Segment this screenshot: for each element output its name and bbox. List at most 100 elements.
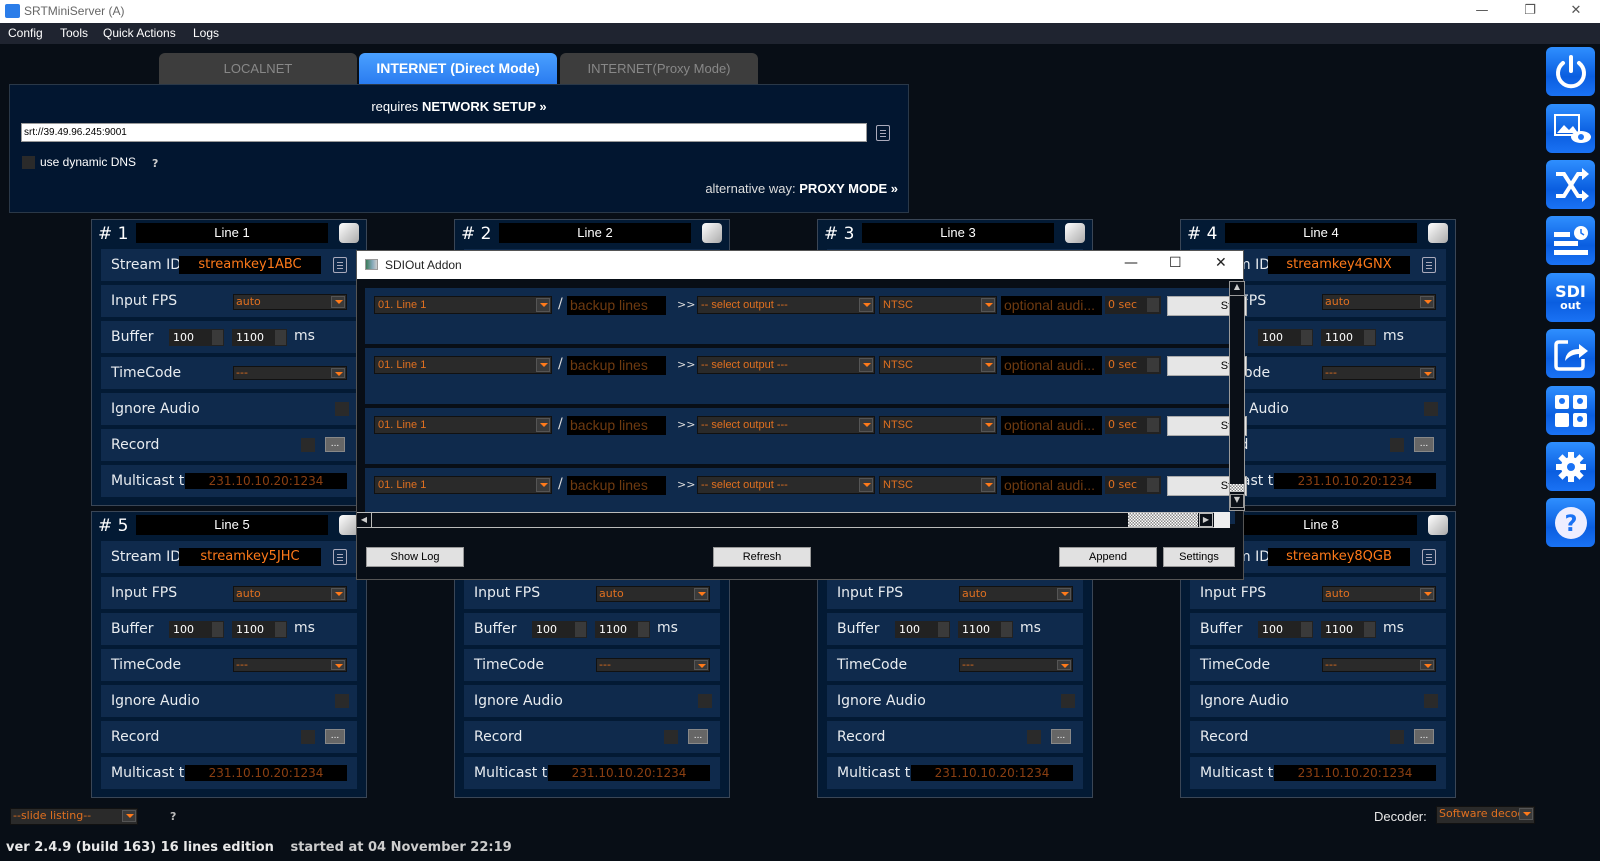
record-path-button[interactable]: ... <box>1414 729 1434 744</box>
show-log-button[interactable]: Show Log <box>366 547 464 567</box>
slide-listing-help-icon[interactable]: ? <box>170 810 176 823</box>
line-enable-toggle[interactable] <box>1428 223 1448 243</box>
multicast-address-field[interactable]: 231.10.10.20:1234 <box>911 765 1073 781</box>
stepper-arrows-icon[interactable] <box>1147 418 1159 432</box>
delay-stepper[interactable]: 0 sec <box>1105 416 1161 434</box>
stepper-arrows-icon[interactable] <box>938 622 949 637</box>
routing-button[interactable] <box>1546 160 1595 209</box>
ignore-audio-checkbox[interactable] <box>335 402 349 416</box>
buffer-max-stepper[interactable]: 1100 <box>958 621 1013 638</box>
buffer-min-stepper[interactable]: 100 <box>532 621 587 638</box>
dynamic-dns-checkbox[interactable] <box>22 156 35 169</box>
stepper-arrows-icon[interactable] <box>638 622 649 637</box>
stepper-arrows-icon[interactable] <box>212 330 223 345</box>
timecode-dropdown[interactable]: --- <box>1322 366 1436 380</box>
close-button[interactable]: ✕ <box>1556 0 1596 23</box>
minimize-button[interactable]: — <box>1462 0 1502 23</box>
record-checkbox[interactable] <box>301 730 315 744</box>
stepper-arrows-icon[interactable] <box>1147 298 1159 312</box>
optional-audio-field[interactable]: optional audi... <box>1001 416 1102 435</box>
scroll-down-button[interactable]: ▼ <box>1230 494 1244 508</box>
ignore-audio-checkbox[interactable] <box>335 694 349 708</box>
buffer-max-stepper[interactable]: 1100 <box>1321 621 1376 638</box>
stream-id-field[interactable]: streamkey5JHC <box>179 548 321 566</box>
source-line-dropdown[interactable]: 01. Line 1 <box>374 416 552 434</box>
copy-icon[interactable] <box>1422 549 1436 565</box>
stream-id-field[interactable]: streamkey4GNX <box>1268 256 1410 274</box>
stepper-arrows-icon[interactable] <box>275 622 286 637</box>
backup-lines-field[interactable]: backup lines <box>567 416 666 435</box>
stepper-arrows-icon[interactable] <box>1301 330 1312 345</box>
stepper-arrows-icon[interactable] <box>1147 478 1159 492</box>
backup-lines-field[interactable]: backup lines <box>567 476 666 495</box>
stream-id-field[interactable]: streamkey8QGB <box>1268 548 1410 566</box>
menu-logs[interactable]: Logs <box>193 26 219 40</box>
video-format-dropdown[interactable]: NTSC <box>879 476 997 494</box>
tab-internet-direct[interactable]: INTERNET (Direct Mode) <box>359 53 557 84</box>
record-path-button[interactable]: ... <box>325 729 345 744</box>
stepper-arrows-icon[interactable] <box>1301 622 1312 637</box>
source-line-dropdown[interactable]: 01. Line 1 <box>374 476 552 494</box>
stepper-arrows-icon[interactable] <box>575 622 586 637</box>
multicast-address-field[interactable]: 231.10.10.20:1234 <box>548 765 710 781</box>
copy-icon[interactable] <box>333 549 347 565</box>
ignore-audio-checkbox[interactable] <box>1424 694 1438 708</box>
stream-id-field[interactable]: streamkey1ABC <box>179 256 321 274</box>
dialog-minimize-button[interactable]: — <box>1124 255 1138 271</box>
network-setup-link[interactable]: NETWORK SETUP » <box>422 99 547 114</box>
buffer-max-stepper[interactable]: 1100 <box>232 621 287 638</box>
sdi-out-button[interactable]: SDI out <box>1546 273 1595 322</box>
backup-lines-field[interactable]: backup lines <box>567 356 666 375</box>
line-enable-toggle[interactable] <box>1065 223 1085 243</box>
srt-url-input[interactable]: srt://39.49.96.245:9001 <box>21 123 867 142</box>
backup-lines-field[interactable]: backup lines <box>567 296 666 315</box>
dialog-settings-button[interactable]: Settings <box>1163 547 1235 567</box>
record-checkbox[interactable] <box>664 730 678 744</box>
power-button[interactable] <box>1546 47 1595 96</box>
input-fps-dropdown[interactable]: auto <box>596 586 710 602</box>
ignore-audio-checkbox[interactable] <box>698 694 712 708</box>
output-device-dropdown[interactable]: -- select output --- <box>697 476 875 494</box>
ignore-audio-checkbox[interactable] <box>1061 694 1075 708</box>
line-name-input[interactable]: Line 5 <box>136 515 328 535</box>
stepper-arrows-icon[interactable] <box>212 622 223 637</box>
source-line-dropdown[interactable]: 01. Line 1 <box>374 356 552 374</box>
output-device-dropdown[interactable]: -- select output --- <box>697 356 875 374</box>
refresh-button[interactable]: Refresh <box>713 547 811 567</box>
buffer-min-stepper[interactable]: 100 <box>169 329 224 346</box>
dialog-maximize-button[interactable]: ☐ <box>1169 255 1182 271</box>
record-path-button[interactable]: ... <box>325 437 345 452</box>
vertical-scrollbar[interactable]: ▲ ▼ <box>1229 281 1245 511</box>
record-checkbox[interactable] <box>1390 438 1404 452</box>
buffer-max-stepper[interactable]: 1100 <box>232 329 287 346</box>
optional-audio-field[interactable]: optional audi... <box>1001 296 1102 315</box>
timecode-dropdown[interactable]: --- <box>233 658 347 672</box>
restore-button[interactable]: ❐ <box>1510 0 1550 23</box>
multicast-address-field[interactable]: 231.10.10.20:1234 <box>185 473 347 489</box>
horizontal-scrollbar[interactable]: ◀ ▶ <box>357 512 1230 528</box>
multicast-address-field[interactable]: 231.10.10.20:1234 <box>1274 765 1436 781</box>
delay-stepper[interactable]: 0 sec <box>1105 356 1161 374</box>
scroll-track[interactable] <box>1230 484 1244 492</box>
layout-button[interactable] <box>1546 386 1595 435</box>
share-button[interactable] <box>1546 329 1595 378</box>
multicast-address-field[interactable]: 231.10.10.20:1234 <box>1274 473 1436 489</box>
ignore-audio-checkbox[interactable] <box>1424 402 1438 416</box>
scroll-track-h[interactable] <box>1128 513 1198 527</box>
input-fps-dropdown[interactable]: auto <box>233 294 347 310</box>
input-fps-dropdown[interactable]: auto <box>233 586 347 602</box>
scroll-left-button[interactable]: ◀ <box>357 513 372 527</box>
dialog-close-button[interactable]: ✕ <box>1215 255 1227 271</box>
copy-icon[interactable] <box>876 125 890 141</box>
timecode-dropdown[interactable]: --- <box>596 658 710 672</box>
buffer-min-stepper[interactable]: 100 <box>895 621 950 638</box>
stepper-arrows-icon[interactable] <box>1364 622 1375 637</box>
record-path-button[interactable]: ... <box>688 729 708 744</box>
record-checkbox[interactable] <box>1390 730 1404 744</box>
decoder-dropdown[interactable]: Software decod <box>1436 806 1535 824</box>
help-button[interactable]: ? <box>1546 498 1595 547</box>
video-format-dropdown[interactable]: NTSC <box>879 356 997 374</box>
menu-quick-actions[interactable]: Quick Actions <box>103 26 176 40</box>
record-checkbox[interactable] <box>301 438 315 452</box>
line-enable-toggle[interactable] <box>1428 515 1448 535</box>
